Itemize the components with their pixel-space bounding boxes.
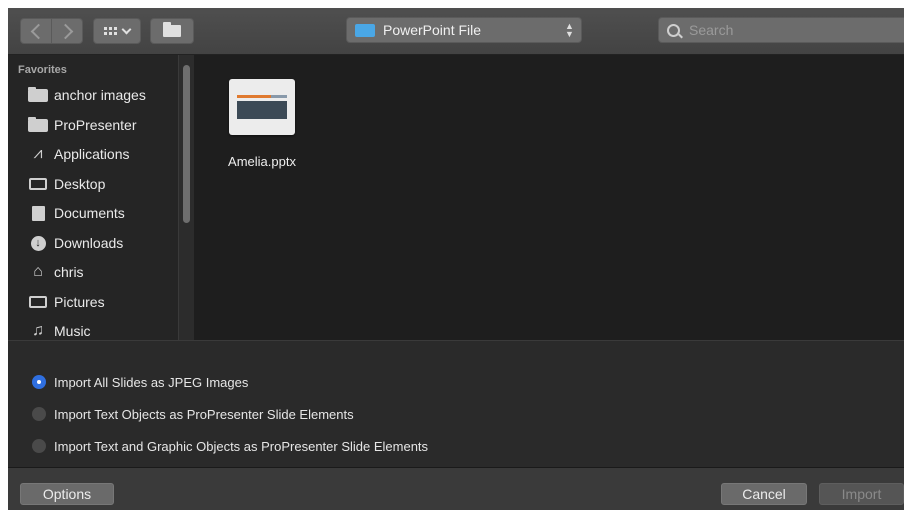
pptx-thumbnail-icon [229, 79, 295, 135]
file-browser: Amelia.pptx [194, 55, 904, 340]
radio-unselected-icon[interactable] [32, 439, 46, 453]
scrollbar-thumb[interactable] [183, 65, 190, 223]
music-note-icon: ♫ [32, 322, 44, 339]
back-button[interactable] [20, 18, 52, 44]
new-folder-icon [163, 22, 181, 37]
camera-icon [29, 296, 47, 308]
sidebar-item-anchor-images[interactable]: anchor images [28, 83, 146, 107]
import-button[interactable]: Import [819, 483, 904, 505]
option-import-text-objects[interactable]: Import Text Objects as ProPresenter Slid… [32, 404, 354, 424]
file-item[interactable]: Amelia.pptx [214, 79, 310, 169]
sidebar-item-label: chris [54, 264, 84, 280]
up-down-arrows-icon: ▲ ▼ [565, 21, 574, 39]
sidebar-item-downloads[interactable]: ↓ Downloads [28, 231, 123, 255]
search-input[interactable] [689, 22, 889, 38]
sidebar-item-label: ProPresenter [54, 117, 137, 133]
option-label: Import All Slides as JPEG Images [54, 374, 249, 390]
sidebar-section-favorites: Favorites [18, 64, 67, 76]
import-options-panel: Import All Slides as JPEG Images Import … [8, 341, 904, 467]
options-button[interactable]: Options [20, 483, 114, 505]
sidebar-item-desktop[interactable]: Desktop [28, 172, 105, 196]
toolbar: PowerPoint File ▲ ▼ [8, 8, 904, 55]
search-icon [667, 23, 680, 37]
sidebar-item-music[interactable]: ♫ Music [28, 319, 91, 340]
desktop-icon [29, 178, 47, 190]
sidebar-scrollbar[interactable] [178, 55, 194, 340]
import-dialog: PowerPoint File ▲▼ Favorites anchor imag… [8, 8, 904, 510]
forward-button[interactable] [51, 18, 83, 44]
sidebar-item-propresenter[interactable]: ProPresenter [28, 113, 136, 137]
home-icon: ⌂ [33, 263, 43, 280]
sidebar-item-label: Pictures [54, 294, 105, 310]
option-import-text-graphic-objects[interactable]: Import Text and Graphic Objects as ProPr… [32, 436, 428, 456]
folder-icon [355, 23, 375, 37]
option-import-jpeg[interactable]: Import All Slides as JPEG Images [32, 372, 248, 392]
sidebar-item-pictures[interactable]: Pictures [28, 290, 105, 314]
sidebar-item-label: anchor images [54, 87, 146, 103]
location-popup[interactable]: PowerPoint File ▲ ▼ [346, 17, 582, 43]
view-mode-button[interactable] [93, 18, 141, 44]
sidebar: Favorites anchor images ProPresenter ⩘ A… [8, 55, 179, 340]
folder-icon [28, 116, 48, 132]
sidebar-item-chris[interactable]: ⌂ chris [28, 260, 84, 284]
sidebar-item-documents[interactable]: Documents [28, 201, 125, 225]
bottom-bar: Options Cancel Import [8, 467, 904, 510]
option-label: Import Text Objects as ProPresenter Slid… [54, 406, 354, 422]
sidebar-item-label: Desktop [54, 176, 106, 192]
location-label: PowerPoint File [383, 22, 482, 38]
radio-unselected-icon[interactable] [32, 407, 46, 421]
sidebar-item-label: Downloads [54, 235, 124, 251]
documents-icon [31, 205, 45, 221]
chevron-down-icon [121, 24, 132, 35]
sidebar-item-applications[interactable]: ⩘ Applications [28, 142, 130, 166]
sidebar-item-label: Documents [54, 205, 125, 221]
icon-grid-view-icon [104, 27, 117, 35]
sidebar-item-label: Music [54, 323, 91, 339]
downloads-icon: ↓ [30, 235, 46, 251]
applications-icon: ⩘ [33, 145, 43, 162]
search-field[interactable] [658, 17, 904, 43]
radio-selected-icon[interactable] [32, 375, 46, 389]
option-label: Import Text and Graphic Objects as ProPr… [54, 438, 429, 454]
cancel-button[interactable]: Cancel [721, 483, 807, 505]
chevron-right-icon [57, 23, 73, 39]
file-name: Amelia.pptx [228, 154, 296, 169]
folder-icon [28, 86, 48, 102]
new-folder-button[interactable] [150, 18, 194, 44]
chevron-left-icon [30, 23, 46, 39]
sidebar-item-label: Applications [54, 146, 130, 162]
